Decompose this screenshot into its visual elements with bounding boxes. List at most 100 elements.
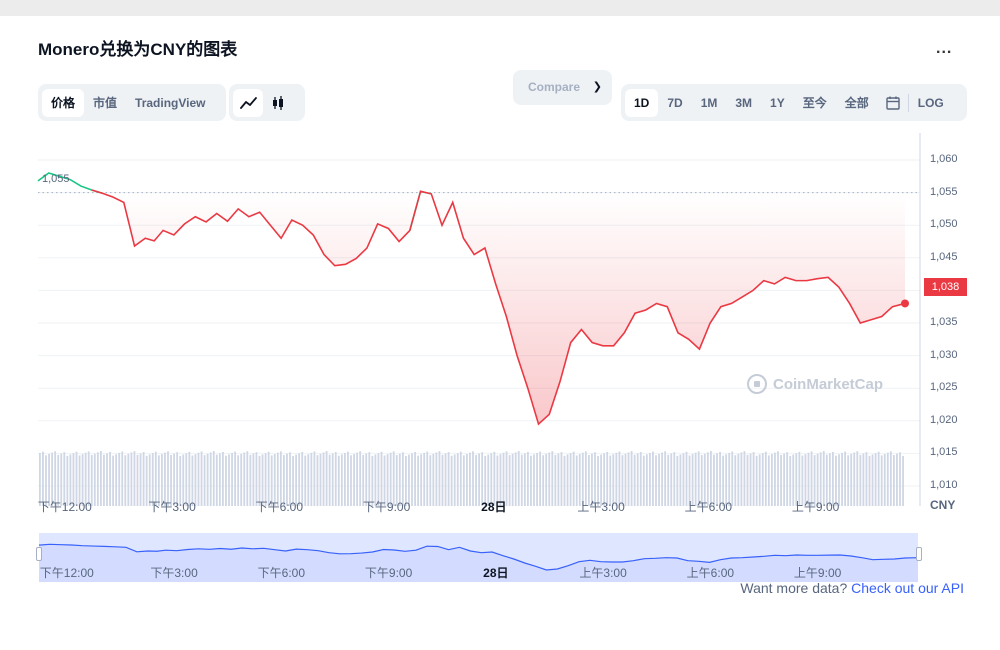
volume-bar	[639, 452, 642, 506]
volume-bar	[328, 454, 331, 506]
volume-bar	[530, 455, 532, 506]
volume-bar	[218, 453, 221, 506]
volume-bar	[109, 451, 111, 506]
x-tick-label: 下午12:00	[37, 500, 92, 514]
reference-price-label: 1,055	[42, 173, 70, 185]
volume-bar	[222, 452, 224, 506]
volume-bar	[511, 453, 514, 506]
volume-bar	[441, 454, 444, 506]
api-link[interactable]: Check out our API	[851, 580, 964, 596]
volume-bar	[508, 455, 511, 506]
volume-bar	[243, 452, 246, 506]
volume-bar	[533, 454, 535, 506]
volume-bar	[740, 452, 743, 506]
volume-bar	[523, 453, 526, 506]
volume-bar	[197, 452, 200, 506]
volume-bar	[777, 451, 779, 506]
volume-bar	[658, 453, 660, 506]
volume-bar	[554, 454, 557, 506]
volume-bar	[106, 453, 108, 506]
price-chart[interactable]	[0, 0, 1000, 650]
volume-bar	[771, 454, 773, 506]
volume-bar	[475, 454, 477, 506]
coinmarketcap-logo-icon	[747, 374, 767, 394]
volume-bar	[517, 451, 520, 506]
volume-bar	[545, 453, 548, 506]
volume-bar	[100, 451, 102, 506]
volume-bar	[673, 452, 676, 506]
volume-bar	[664, 451, 667, 506]
volume-bar	[337, 455, 340, 506]
volume-bar	[423, 452, 426, 506]
volume-bar	[752, 452, 755, 506]
volume-bar	[145, 455, 148, 506]
volume-bar	[758, 454, 761, 506]
volume-bar	[444, 453, 447, 506]
volume-bar	[252, 453, 255, 506]
volume-bar	[874, 453, 877, 506]
watermark-text: CoinMarketCap	[773, 375, 884, 393]
volume-bar	[417, 455, 419, 506]
volume-bar	[212, 451, 215, 506]
navigator-tick-label: 下午12:00	[39, 566, 94, 580]
volume-bar	[142, 452, 145, 506]
navigator-left-handle[interactable]	[36, 547, 42, 561]
volume-bar	[115, 454, 118, 506]
volume-bar	[127, 453, 130, 506]
volume-bar	[334, 452, 337, 506]
navigator-tick-label: 上午3:00	[579, 566, 627, 580]
volume-bar	[347, 451, 349, 506]
watermark: CoinMarketCap	[747, 374, 883, 394]
navigator-right-handle[interactable]	[916, 547, 922, 561]
volume-bar	[133, 451, 136, 506]
volume-bar	[679, 454, 682, 506]
volume-bar	[661, 452, 663, 506]
volume-bar	[780, 454, 782, 506]
y-tick-label: 1,020	[930, 413, 958, 426]
volume-bar	[841, 452, 843, 506]
volume-bar	[112, 455, 114, 506]
y-tick-label: 1,055	[930, 185, 958, 198]
y-tick-label: 1,035	[930, 316, 958, 328]
volume-bar	[624, 453, 627, 506]
volume-bar	[462, 455, 465, 506]
volume-bar	[249, 454, 252, 506]
navigator-tick-label: 上午9:00	[793, 566, 842, 580]
volume-bar	[539, 451, 541, 506]
volume-bar	[322, 452, 325, 506]
volume-bar	[121, 451, 124, 506]
navigator-tick-label: 下午9:00	[364, 566, 413, 580]
last-price-tag: 1,038	[924, 278, 967, 296]
x-tick-label: 上午9:00	[791, 500, 840, 514]
volume-bar	[563, 455, 566, 506]
volume-bar	[557, 453, 560, 506]
volume-bar	[655, 455, 657, 506]
volume-bar	[896, 453, 898, 506]
x-tick-label: 28日	[481, 500, 507, 514]
volume-bar	[420, 454, 423, 506]
volume-bar	[453, 454, 456, 506]
volume-bar	[862, 453, 865, 506]
volume-bar	[761, 453, 764, 506]
volume-bar	[469, 452, 471, 506]
volume-bar	[642, 455, 645, 506]
y-tick-label: 1,050	[930, 218, 958, 231]
volume-bar	[767, 455, 770, 506]
volume-bar	[307, 454, 310, 506]
volume-bar	[325, 451, 328, 506]
volume-bar	[350, 455, 352, 506]
volume-bar	[426, 451, 429, 506]
volume-bar	[447, 452, 450, 506]
volume-bar	[356, 452, 358, 506]
volume-bar	[560, 452, 563, 506]
volume-bar	[865, 452, 868, 506]
volume-bar	[630, 451, 633, 506]
volume-bar	[432, 453, 435, 506]
volume-bar	[225, 455, 227, 506]
x-tick-label: 下午6:00	[255, 500, 304, 514]
volume-bar	[764, 451, 767, 506]
volume-bar	[551, 451, 554, 506]
y-tick-label: 1,045	[930, 250, 958, 263]
last-price-dot	[901, 299, 909, 308]
volume-bar	[304, 455, 307, 506]
